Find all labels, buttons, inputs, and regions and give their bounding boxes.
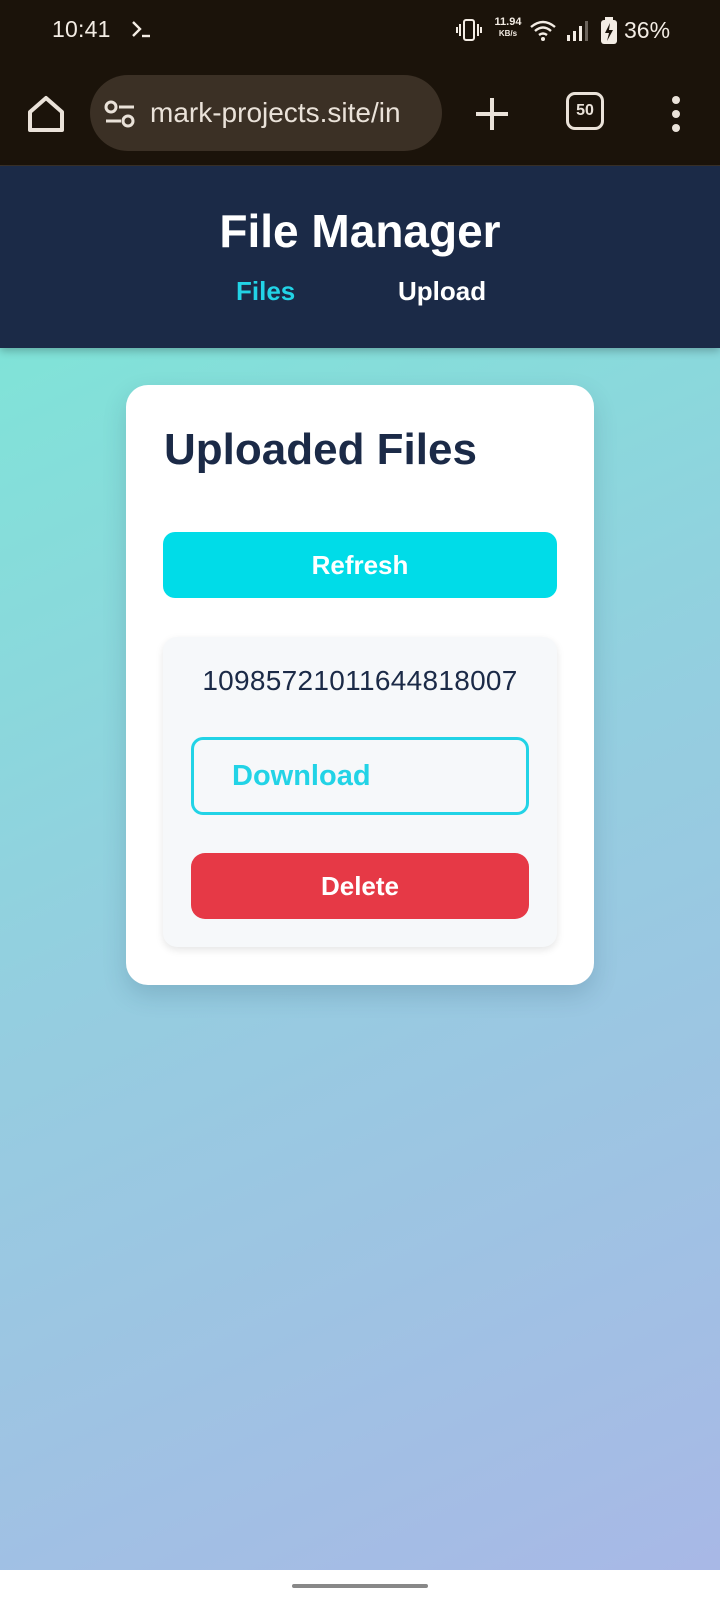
- file-item: 10985721011644818007 Download Delete: [163, 637, 557, 947]
- battery-charging-icon: [600, 17, 618, 50]
- browser-menu-button[interactable]: [662, 92, 690, 136]
- gesture-handle[interactable]: [292, 1584, 428, 1588]
- plus-icon: [476, 98, 508, 130]
- terminal-icon: [130, 17, 154, 46]
- nav-upload-link[interactable]: Upload: [398, 276, 486, 307]
- status-time: 10:41: [52, 16, 111, 42]
- battery-level: 36%: [624, 17, 671, 43]
- site-settings-icon[interactable]: [104, 99, 136, 134]
- status-bar: 10:41 11.94 KB/s 36%: [0, 0, 720, 62]
- file-name: 10985721011644818007: [202, 665, 518, 696]
- delete-button[interactable]: Delete: [191, 853, 529, 919]
- signal-icon: [566, 19, 590, 48]
- more-vert-icon: [672, 96, 680, 132]
- network-speed-unit: KB/s: [498, 29, 518, 38]
- url-text[interactable]: mark-projects.site/in: [150, 97, 401, 129]
- uploaded-files-card: Uploaded Files Refresh 10985721011644818…: [126, 385, 594, 985]
- browser-toolbar: mark-projects.site/in 50: [0, 62, 720, 166]
- home-button[interactable]: [22, 90, 70, 138]
- nav-files-link[interactable]: Files: [236, 276, 295, 307]
- network-speed: 11.94 KB/s: [488, 17, 528, 39]
- address-bar[interactable]: mark-projects.site/in: [90, 75, 442, 151]
- tab-switcher-button[interactable]: 50: [566, 92, 604, 130]
- home-icon: [28, 96, 64, 132]
- refresh-button[interactable]: Refresh: [163, 532, 557, 598]
- system-nav-bar: [0, 1570, 720, 1600]
- page-title: File Manager: [219, 205, 501, 257]
- app-header: File Manager Files Upload: [0, 166, 720, 348]
- card-title: Uploaded Files: [164, 425, 477, 474]
- network-speed-value: 11.94: [494, 16, 522, 28]
- wifi-icon: [530, 19, 556, 48]
- new-tab-button[interactable]: [470, 92, 514, 136]
- vibrate-icon: [456, 18, 482, 47]
- download-button[interactable]: Download: [191, 737, 529, 815]
